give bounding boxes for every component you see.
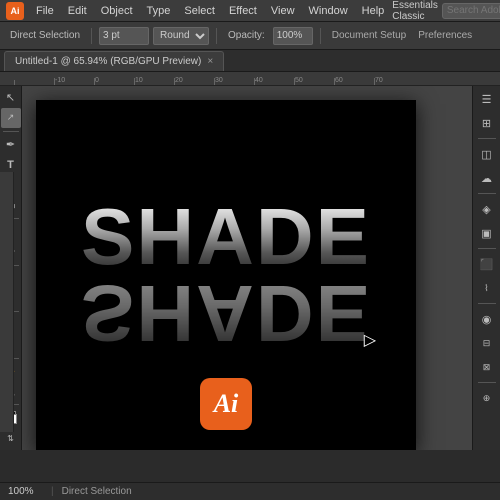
tool-sep-1 <box>3 131 19 132</box>
right-panel-sep-5 <box>478 382 496 383</box>
right-panel: ☰ ⊞ ◫ ☁ ◈ ▣ ⬛ ⌇ ◉ ⊟ ⊠ ⊕ <box>472 86 500 450</box>
menu-window[interactable]: Window <box>303 0 354 22</box>
artboards-panel-btn[interactable]: ▣ <box>476 222 498 244</box>
opacity-label: Opacity: <box>224 30 269 41</box>
tab-close-button[interactable]: × <box>207 56 213 67</box>
shade-text-bottom: SHADE <box>81 273 371 353</box>
prefs-label[interactable]: Preferences <box>414 30 476 41</box>
toolbar-separator-2 <box>216 28 217 44</box>
doc-setup-label[interactable]: Document Setup <box>328 30 411 41</box>
canvas-area[interactable]: SHADE SHADE Ai ▷ <box>22 86 472 450</box>
document-tab[interactable]: Untitled-1 @ 65.94% (RGB/GPU Preview) × <box>4 51 224 71</box>
menu-edit[interactable]: Edit <box>62 0 93 22</box>
properties-panel-btn[interactable]: ⊞ <box>476 112 498 134</box>
pathfinder-panel-btn[interactable]: ⊕ <box>476 387 498 409</box>
right-panel-sep-3 <box>478 248 496 249</box>
workspace-label: Essentials Classic <box>392 0 438 22</box>
brushes-panel-btn[interactable]: ⌇ <box>476 277 498 299</box>
cc-libraries-btn[interactable]: ☁ <box>476 167 498 189</box>
menu-object[interactable]: Object <box>95 0 139 22</box>
stroke-size-input[interactable] <box>99 27 149 45</box>
main-layout: ↖ ↗ ✒ T / ▭ ⌇ ✏ ↻ ⤢ ⊕ ✦ ✋ 🔍 ⇅ SHADE SHA <box>0 86 500 450</box>
right-panel-sep-1 <box>478 138 496 139</box>
layers-panel-btn[interactable]: ◫ <box>476 143 498 165</box>
status-bar: 100% | Direct Selection <box>0 482 500 500</box>
menu-type[interactable]: Type <box>141 0 177 22</box>
menu-right: Essentials Classic <box>392 0 500 22</box>
libraries-panel-btn[interactable]: ☰ <box>476 88 498 110</box>
artboard: SHADE SHADE Ai ▷ <box>36 100 416 450</box>
ai-icon: Ai <box>200 378 252 430</box>
menu-view[interactable]: View <box>265 0 301 22</box>
status-info: Direct Selection <box>62 486 132 497</box>
toolbar: Direct Selection Round Flat Opacity: Doc… <box>0 22 500 50</box>
direct-selection-tool[interactable]: ↗ <box>1 108 21 127</box>
ruler-vertical <box>0 172 14 432</box>
tab-title: Untitled-1 @ 65.94% (RGB/GPU Preview) <box>15 56 201 67</box>
tab-bar: Untitled-1 @ 65.94% (RGB/GPU Preview) × <box>0 50 500 72</box>
swatches-panel-btn[interactable]: ⬛ <box>476 253 498 275</box>
ruler-h-ticks: -10 0 10 20 30 40 50 60 70 <box>14 72 500 86</box>
menu-select[interactable]: Select <box>178 0 221 22</box>
stock-search-input[interactable] <box>442 3 500 19</box>
app-icon: Ai <box>6 2 24 20</box>
opacity-input[interactable] <box>273 27 313 45</box>
right-panel-sep-4 <box>478 303 496 304</box>
ruler-horizontal: -10 0 10 20 30 40 50 60 70 <box>0 72 500 86</box>
menu-help[interactable]: Help <box>356 0 391 22</box>
toolbar-separator-3 <box>320 28 321 44</box>
toolbar-separator-1 <box>91 28 92 44</box>
shade-text-top: SHADE <box>81 197 371 277</box>
right-panel-sep-2 <box>478 193 496 194</box>
transform-panel-btn[interactable]: ⊠ <box>476 356 498 378</box>
menu-file[interactable]: File <box>30 0 60 22</box>
tool-name-label: Direct Selection <box>6 30 84 41</box>
menu-bar: Ai File Edit Object Type Select Effect V… <box>0 0 500 22</box>
align-panel-btn[interactable]: ⊟ <box>476 332 498 354</box>
status-sep-1: | <box>51 486 54 497</box>
assets-panel-btn[interactable]: ◈ <box>476 198 498 220</box>
zoom-level[interactable]: 100% <box>8 486 43 497</box>
stroke-type-select[interactable]: Round Flat <box>153 27 209 45</box>
menu-effect[interactable]: Effect <box>223 0 263 22</box>
appearance-panel-btn[interactable]: ◉ <box>476 308 498 330</box>
pen-tool[interactable]: ✒ <box>1 135 21 154</box>
selection-tool[interactable]: ↖ <box>1 88 21 107</box>
